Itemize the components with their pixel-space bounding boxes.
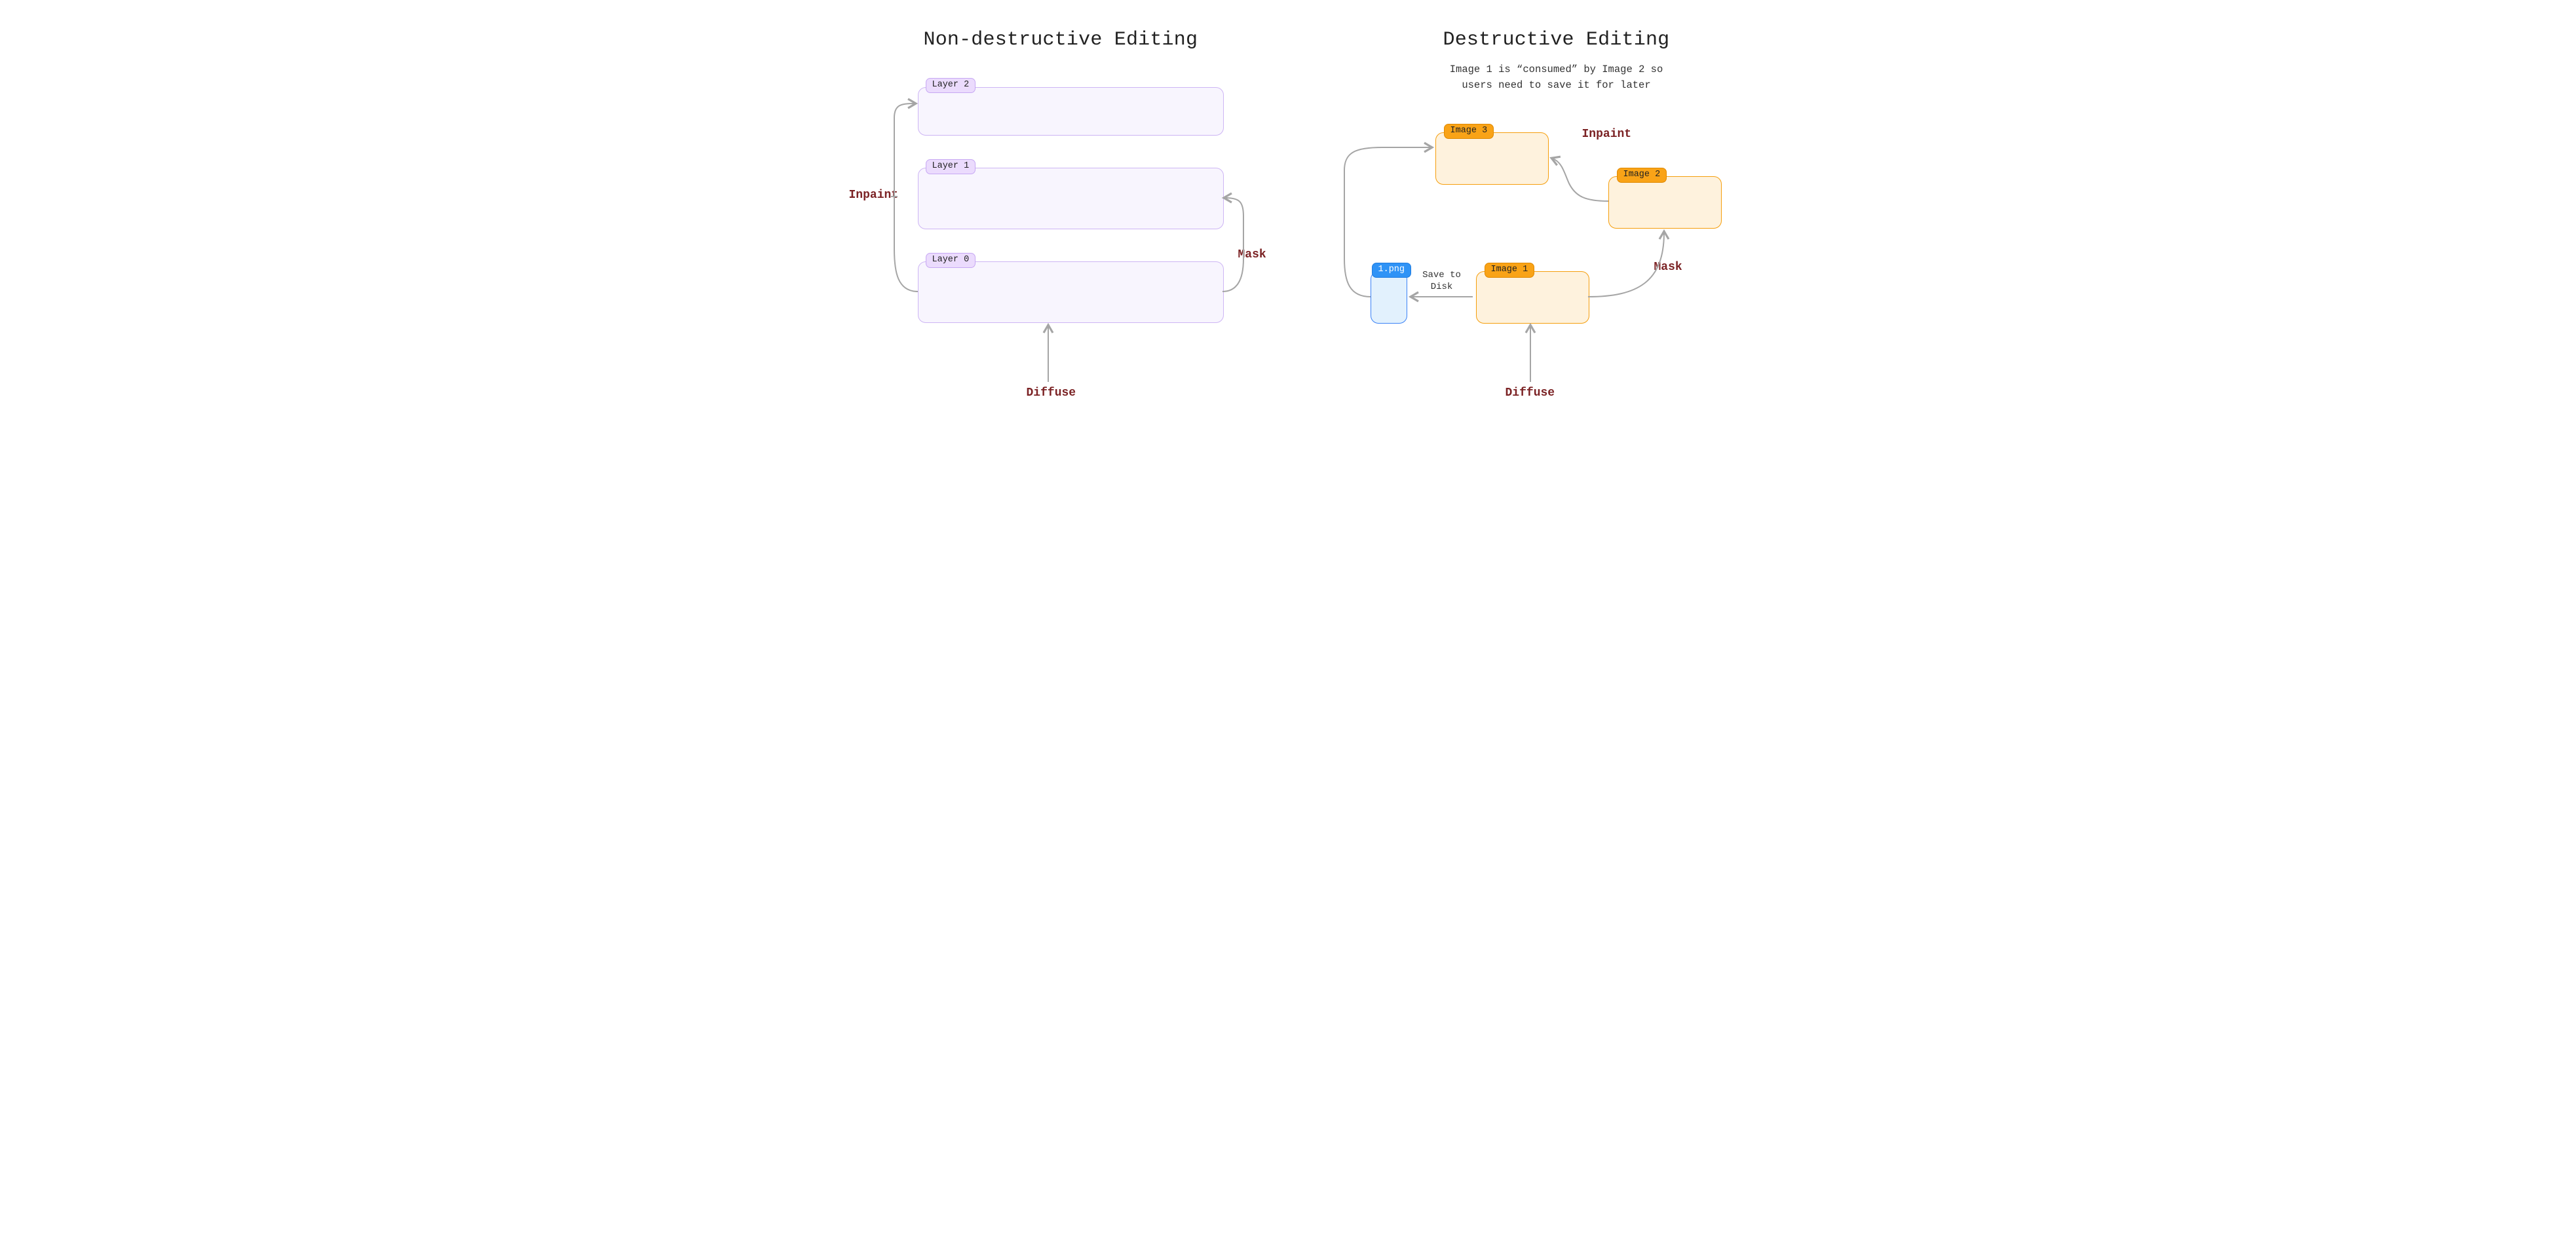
op-diffuse-right: Diffuse [1506, 387, 1555, 400]
op-inpaint-right: Inpaint [1582, 128, 1632, 141]
box-image-1 [1476, 271, 1589, 324]
tag-layer-2: Layer 2 [926, 78, 976, 93]
tag-image-1: Image 1 [1485, 263, 1535, 278]
box-file-png [1371, 271, 1407, 324]
box-layer-1 [918, 168, 1224, 229]
subtitle-destructive: Image 1 is “consumed” by Image 2 so user… [1393, 62, 1720, 93]
op-inpaint-left: Inpaint [849, 189, 899, 202]
box-layer-2 [918, 87, 1224, 136]
label-save-to-disk: Save to Disk [1419, 269, 1465, 293]
diagram-canvas: Non-destructive Editing Layer 2 Layer 1 … [773, 0, 1804, 499]
heading-destructive: Destructive Editing [1443, 29, 1670, 51]
tag-layer-0: Layer 0 [926, 253, 976, 268]
tag-image-3: Image 3 [1444, 124, 1494, 139]
op-diffuse-left: Diffuse [1027, 387, 1076, 400]
box-image-3 [1435, 132, 1549, 185]
heading-non-destructive: Non-destructive Editing [924, 29, 1198, 51]
op-mask-left: Mask [1238, 248, 1266, 261]
tag-image-2: Image 2 [1617, 168, 1667, 183]
op-mask-right: Mask [1654, 261, 1682, 274]
box-image-2 [1608, 176, 1722, 229]
tag-layer-1: Layer 1 [926, 159, 976, 174]
tag-file-png: 1.png [1372, 263, 1412, 278]
box-layer-0 [918, 261, 1224, 323]
